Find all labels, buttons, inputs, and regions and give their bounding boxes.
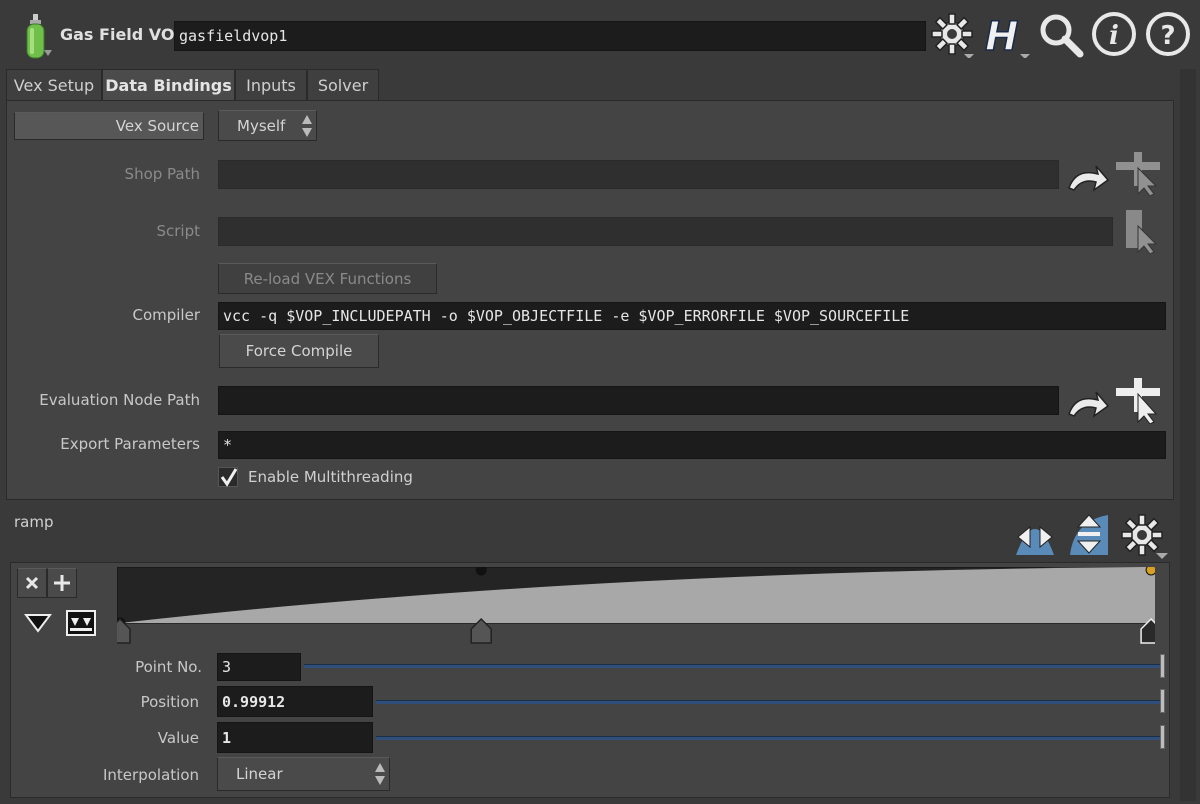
ramp-flip-vertical-icon[interactable] xyxy=(1066,511,1112,561)
ramp-label: ramp xyxy=(14,513,54,531)
value-slider[interactable] xyxy=(376,736,1162,740)
select-arrows-icon xyxy=(375,763,385,785)
multithreading-label: Enable Multithreading xyxy=(248,468,413,486)
gear-icon[interactable] xyxy=(928,10,976,59)
node-chooser-icon[interactable] xyxy=(1116,152,1166,200)
point-no-slider[interactable] xyxy=(304,664,1162,668)
svg-text:H: H xyxy=(985,14,1018,58)
shop-path-input[interactable] xyxy=(218,160,1059,189)
force-compile-button[interactable]: Force Compile xyxy=(219,334,379,368)
node-name-input[interactable]: gasfieldvop1 xyxy=(174,21,926,51)
tab-solver[interactable]: Solver xyxy=(307,69,379,101)
interpolation-select[interactable]: Linear xyxy=(217,757,390,791)
houdini-help-icon[interactable]: H xyxy=(982,10,1030,61)
export-parameters-input[interactable]: * xyxy=(218,431,1166,459)
vex-source-label-text: Vex Source xyxy=(115,117,199,135)
script-label: Script xyxy=(156,222,200,240)
ramp-curve[interactable] xyxy=(109,564,1162,645)
multithreading-checkbox[interactable] xyxy=(218,467,238,487)
tab-vex-setup[interactable]: Vex Setup xyxy=(6,69,102,101)
node-type-label: Gas Field VOP xyxy=(60,25,187,44)
node-chooser-icon[interactable] xyxy=(1116,378,1166,428)
help-icon[interactable]: ? xyxy=(1144,10,1192,58)
point-no-slider-handle[interactable] xyxy=(1160,654,1165,678)
position-slider-handle[interactable] xyxy=(1160,689,1165,713)
interpolation-label: Interpolation xyxy=(103,766,199,784)
tab-data-bindings[interactable]: Data Bindings xyxy=(102,69,235,101)
select-arrows-icon xyxy=(302,115,312,137)
file-chooser-icon[interactable] xyxy=(1122,208,1166,258)
ramp-flip-horizontal-icon[interactable] xyxy=(1012,511,1058,561)
ramp-point[interactable] xyxy=(1145,564,1157,576)
jump-arrow-icon[interactable] xyxy=(1064,386,1110,424)
info-icon[interactable]: i xyxy=(1090,10,1138,58)
point-no-label: Point No. xyxy=(135,658,202,676)
close-icon xyxy=(25,576,39,590)
script-input[interactable] xyxy=(218,217,1113,246)
ramp-add-point-button[interactable] xyxy=(47,568,77,598)
search-icon[interactable] xyxy=(1036,10,1084,58)
eval-node-path-input[interactable] xyxy=(218,386,1059,415)
svg-text:i: i xyxy=(1109,21,1119,51)
ramp-remove-point-button[interactable] xyxy=(17,568,47,598)
value-slider-handle[interactable] xyxy=(1160,725,1165,749)
panel-scrollbar[interactable] xyxy=(1180,69,1196,801)
checkmark-icon xyxy=(220,468,238,487)
compiler-label: Compiler xyxy=(132,306,200,324)
value-input[interactable]: 1 xyxy=(217,722,373,753)
ramp-expand-icon[interactable] xyxy=(66,610,96,640)
eval-node-path-label: Evaluation Node Path xyxy=(39,391,200,409)
position-slider[interactable] xyxy=(376,700,1162,704)
value-label: Value xyxy=(157,729,199,747)
position-input[interactable]: 0.99912 xyxy=(217,686,373,717)
shop-path-label: Shop Path xyxy=(124,165,200,183)
ramp-point[interactable] xyxy=(475,564,487,576)
tab-inputs[interactable]: Inputs xyxy=(235,69,307,101)
interpolation-value: Linear xyxy=(236,765,283,783)
export-parameters-label: Export Parameters xyxy=(60,435,200,453)
plus-icon xyxy=(54,575,70,591)
position-label: Position xyxy=(140,693,199,711)
vex-source-label: Vex Source xyxy=(14,112,204,140)
jump-arrow-icon[interactable] xyxy=(1064,160,1110,198)
reload-vex-functions-button[interactable]: Re-load VEX Functions xyxy=(218,263,437,294)
ramp-gear-icon[interactable] xyxy=(1118,511,1168,565)
ramp-collapse-icon[interactable] xyxy=(24,612,52,638)
compiler-input[interactable]: vcc -q $VOP_INCLUDEPATH -o $VOP_OBJECTFI… xyxy=(218,302,1166,330)
gas-cylinder-icon xyxy=(20,12,52,62)
vex-source-select[interactable]: Myself xyxy=(218,110,317,141)
point-no-input[interactable]: 3 xyxy=(217,653,301,681)
vex-source-value: Myself xyxy=(237,116,286,135)
svg-text:?: ? xyxy=(1160,21,1175,51)
ramp-graph[interactable] xyxy=(109,564,1162,645)
